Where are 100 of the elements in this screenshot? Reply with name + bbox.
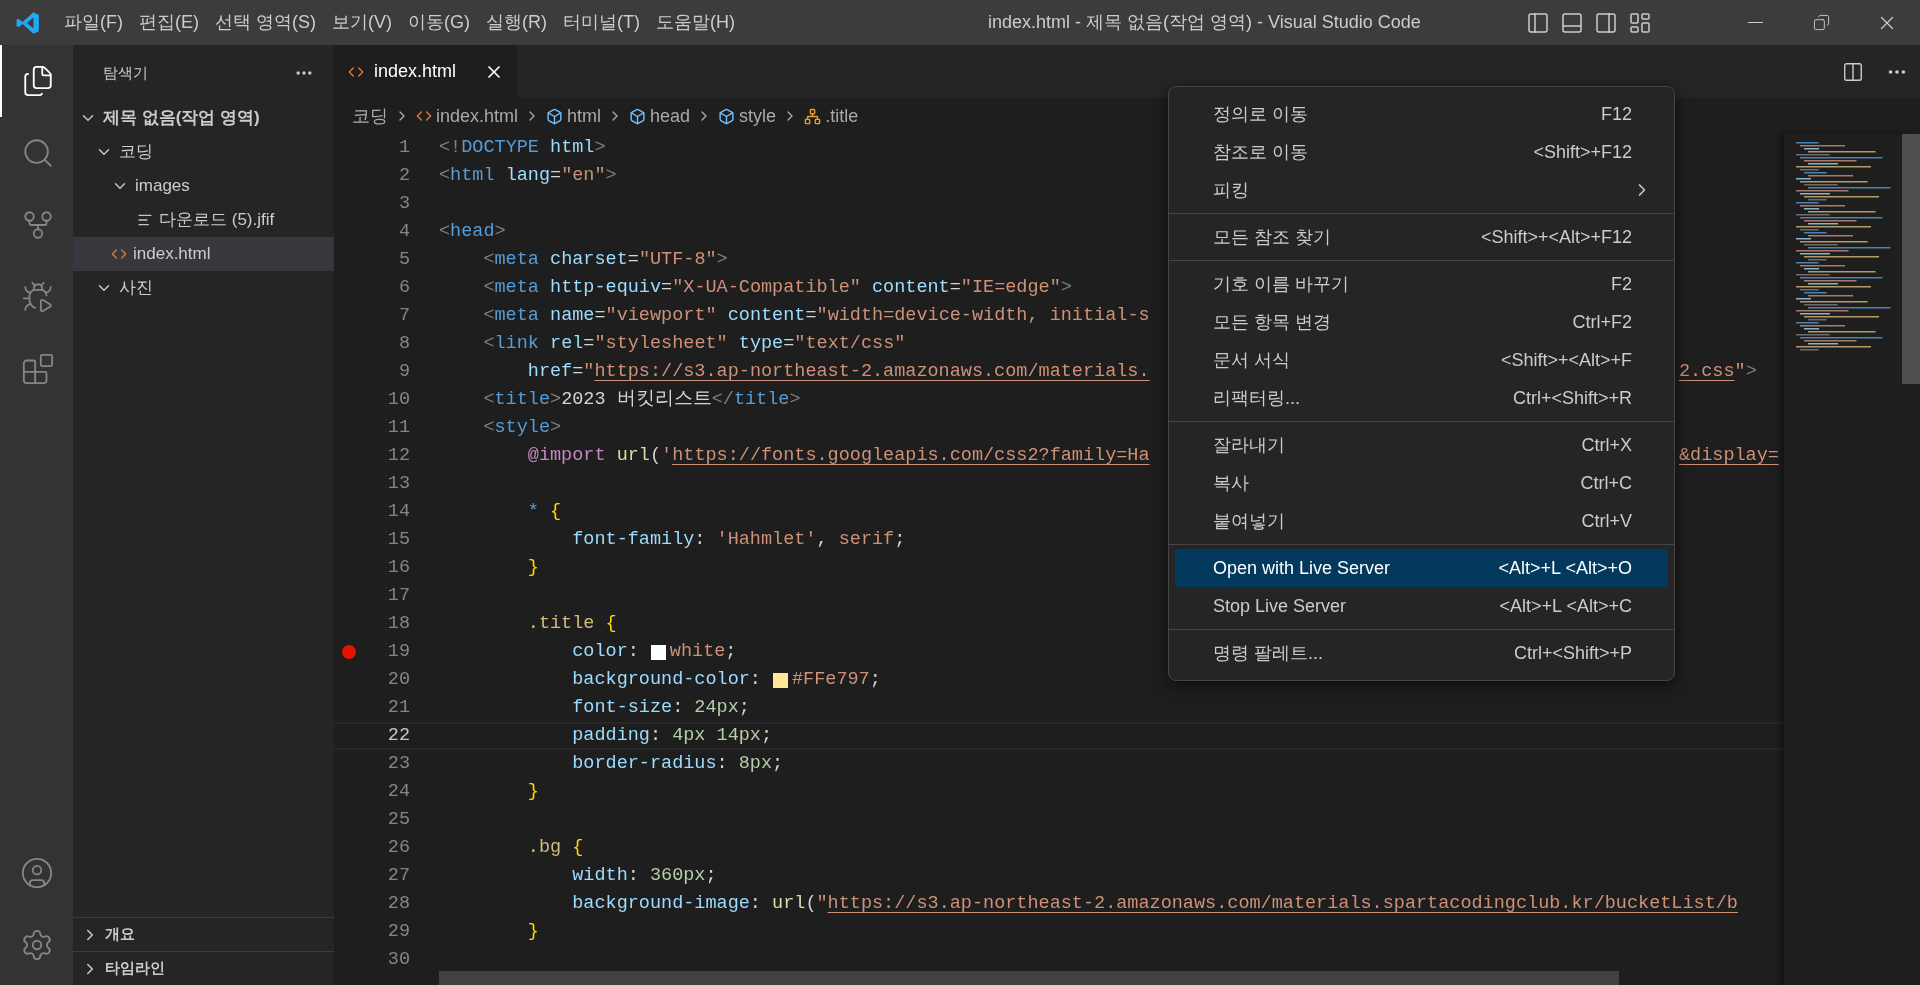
line-number: 27 (387, 864, 410, 889)
code-line: font-family: 'Hahmlet', serif; (571, 528, 906, 553)
code-line: .title { (526, 612, 617, 637)
menu-item[interactable]: 정의로 이동 F12 (1175, 95, 1668, 133)
line-number: 19 (387, 640, 410, 665)
menu-item[interactable]: 문서 서식 <Shift>+<Alt>+F (1175, 341, 1668, 379)
line-number: 24 (387, 780, 410, 805)
code-line: background-color: (571, 668, 761, 693)
line-number: 4 (398, 220, 410, 245)
code-line: &display= (1679, 444, 1779, 469)
tree-item[interactable]: 다운로드 (5).jfif (73, 203, 334, 237)
line-number: 3 (398, 192, 410, 217)
color-swatch[interactable] (650, 644, 666, 660)
code-line: .bg { (526, 836, 584, 861)
line-number: 7 (398, 304, 410, 329)
window-title: index.html - 제목 없음(작업 영역) - Visual Studio Code (988, 11, 1421, 34)
breadcrumb-item[interactable]: head (629, 102, 691, 130)
code-line: color: (571, 640, 639, 665)
code-line: font-size: 24px; (571, 696, 750, 721)
code-line: href="https://s3.ap-northeast-2.amazonaws.com/materials. (526, 360, 1150, 385)
tree-item[interactable]: images (73, 169, 334, 203)
app-logo-icon (15, 9, 41, 36)
code-line: <meta http-equiv="X-UA-Compatible" content="IE=edge"> (482, 276, 1072, 301)
line-number: 12 (387, 444, 410, 469)
menu-bar-item[interactable]: 실행(R) (478, 0, 555, 45)
menu-bar-item[interactable]: 보기(V) (324, 0, 400, 45)
menu-item[interactable]: 참조로 이동 <Shift>+F12 (1175, 133, 1668, 171)
panel-left-icon[interactable] (1526, 10, 1550, 35)
panel-bottom-icon[interactable] (1560, 10, 1584, 35)
menu-item[interactable]: 명령 팔레트... Ctrl+<Shift>+P (1175, 634, 1668, 672)
breadcrumb-item[interactable]: 코딩 (352, 102, 388, 130)
cube-icon (629, 107, 647, 125)
menu-item[interactable]: 모든 참조 찾기 <Shift>+<Alt>+F12 (1175, 218, 1668, 256)
line-number: 18 (387, 612, 410, 637)
line-number: 16 (387, 556, 410, 581)
menu-item[interactable]: 복사 Ctrl+C (1175, 464, 1668, 502)
code-line: } (526, 920, 539, 945)
tree-item[interactable]: 코딩 (73, 135, 334, 169)
menu-item[interactable]: 피킹 (1175, 171, 1668, 209)
line-number: 21 (387, 696, 410, 721)
code-line: border-radius: 8px; (571, 752, 784, 777)
menu-bar-item[interactable]: 터미널(T) (555, 0, 648, 45)
code-line: padding: 4px 14px; (571, 724, 773, 749)
line-number: 14 (387, 500, 410, 525)
menu-bar-item[interactable]: 편집(E) (131, 0, 207, 45)
split-editor-icon[interactable] (1842, 60, 1864, 83)
line-number: 11 (387, 416, 410, 441)
color-swatch[interactable] (772, 672, 788, 688)
line-number: 1 (398, 136, 410, 161)
menu-bar-item[interactable]: 파일(F) (56, 0, 131, 45)
nodes-icon (804, 107, 822, 125)
section-header[interactable]: 개요 (73, 917, 334, 951)
tree-item[interactable]: 사진 (73, 271, 334, 305)
menu-item[interactable]: 잘라내기 Ctrl+X (1175, 426, 1668, 464)
scrollbar-thumb[interactable] (439, 971, 1619, 985)
breakpoint-icon[interactable] (342, 645, 356, 659)
menu-item[interactable]: 기호 이름 바꾸기 F2 (1175, 265, 1668, 303)
line-number: 15 (387, 528, 410, 553)
code-line: <meta name="viewport" content="width=device-width, initial-s (482, 304, 1150, 329)
menu-item[interactable]: 붙여넣기 Ctrl+V (1175, 502, 1668, 540)
line-number: 23 (387, 752, 410, 777)
code-line: * { (526, 500, 562, 525)
layout-icon[interactable] (1628, 10, 1652, 35)
code-line: @import url('https://fonts.googleapis.com/css2?family=Ha (526, 444, 1150, 469)
scrollbar-thumb[interactable] (1902, 134, 1920, 384)
cube-icon (718, 107, 736, 125)
code-line: width: 360px; (571, 864, 717, 889)
menu-item[interactable]: Open with Live Server <Alt>+L <Alt>+O (1175, 549, 1668, 587)
restore-icon (1812, 14, 1830, 31)
menu-item[interactable]: Stop Live Server <Alt>+L <Alt>+C (1175, 587, 1668, 625)
menu-item[interactable]: 모든 항목 변경 Ctrl+F2 (1175, 303, 1668, 341)
line-number: 5 (398, 248, 410, 273)
code-line: } (526, 556, 539, 581)
menu-bar-item[interactable]: 도움말(H) (647, 0, 743, 45)
line-number: 30 (387, 948, 410, 973)
line-number: 2 (398, 164, 410, 189)
breadcrumb-item[interactable]: html (546, 102, 602, 130)
code-line: <style> (482, 416, 562, 441)
breadcrumb-item[interactable]: .title (804, 102, 859, 130)
code-line: <head> (439, 220, 506, 245)
breadcrumb-item[interactable]: index.html (416, 102, 519, 130)
breadcrumb-item[interactable]: style (718, 102, 777, 130)
line-number: 17 (387, 584, 410, 609)
tree-item[interactable]: index.html (73, 237, 334, 271)
code-line: <html lang="en"> (439, 164, 617, 189)
menu-bar-item[interactable]: 이동(G) (400, 0, 478, 45)
panel-title: 탐색기 (103, 62, 148, 83)
code-line: <!DOCTYPE html> (439, 136, 606, 161)
code-line: white; (669, 640, 737, 665)
menu-bar-item[interactable]: 선택 영역(S) (207, 0, 324, 45)
line-number: 8 (398, 332, 410, 357)
editor-tab[interactable]: index.html (334, 45, 518, 98)
section-header[interactable]: 타임라인 (73, 951, 334, 985)
line-number: 20 (387, 668, 410, 693)
panel-right-icon[interactable] (1594, 10, 1618, 35)
line-number: 9 (398, 360, 410, 385)
line-number: 28 (387, 892, 410, 917)
line-number: 13 (387, 472, 410, 497)
menu-item[interactable]: 리팩터링... Ctrl+<Shift>+R (1175, 379, 1668, 417)
tree-item[interactable]: 제목 없음(작업 영역) (73, 101, 334, 135)
